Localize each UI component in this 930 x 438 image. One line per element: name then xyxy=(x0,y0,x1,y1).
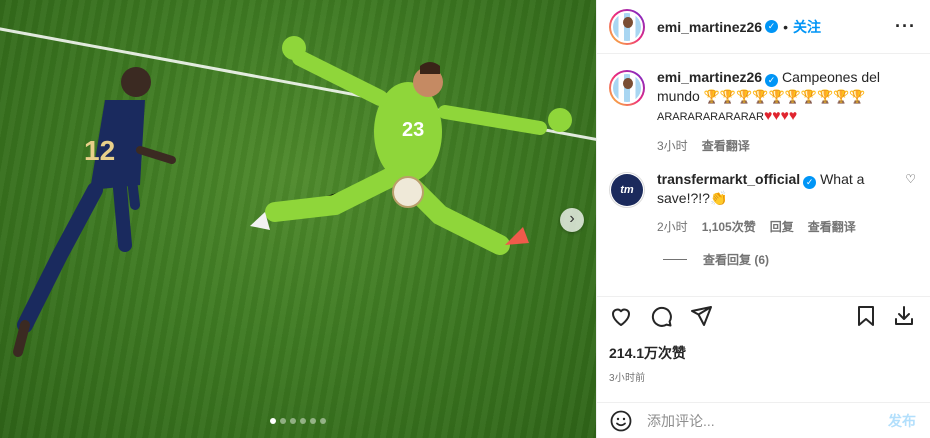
action-icons-row xyxy=(609,299,916,333)
caption-comment: emi_martinez26 ✓ Campeones del mundo 🏆🏆🏆🏆… xyxy=(609,68,916,154)
comment-like-heart-icon[interactable]: ♡ xyxy=(905,172,916,186)
comment-bubble-icon[interactable] xyxy=(649,304,673,328)
share-send-icon[interactable] xyxy=(689,304,713,328)
reply-button[interactable]: 回复 xyxy=(770,218,794,235)
header-separator: • xyxy=(783,18,788,35)
comment-time: 2小时 xyxy=(657,220,688,234)
commenter-avatar[interactable]: tm xyxy=(609,172,645,208)
comments-list[interactable]: emi_martinez26 ✓ Campeones del mundo 🏆🏆🏆🏆… xyxy=(597,54,930,296)
comment-input[interactable] xyxy=(647,412,888,429)
author-username[interactable]: emi_martinez26 xyxy=(657,19,762,35)
caption-chant: ARARARARARARAR xyxy=(657,111,764,123)
verified-badge-icon: ✓ xyxy=(803,176,817,189)
verified-badge-icon: ✓ xyxy=(765,74,779,87)
see-translation-link[interactable]: 查看翻译 xyxy=(808,218,856,235)
verified-badge-icon: ✓ xyxy=(765,20,779,33)
save-bookmark-icon[interactable] xyxy=(854,304,878,328)
striker-figure: 12 xyxy=(13,67,176,357)
carousel-dot[interactable] xyxy=(300,418,306,424)
more-options-icon[interactable]: ··· xyxy=(895,16,916,37)
carousel-dot[interactable] xyxy=(290,418,296,424)
transfermarkt-logo: tm xyxy=(611,174,643,206)
photo-illustration: 23 12 xyxy=(13,36,572,357)
red-hearts: ♥♥♥♥ xyxy=(763,107,798,123)
post-header: emi_martinez26 ✓ • 关注 ··· xyxy=(597,0,930,54)
caption-username[interactable]: emi_martinez26 xyxy=(657,69,762,85)
view-replies-label: 查看回复 (6) xyxy=(703,253,770,267)
clap-emoji: 👏 xyxy=(709,190,728,206)
view-replies-button[interactable]: 查看回复 (6) xyxy=(663,251,916,268)
comment-likes-count[interactable]: 1,105次赞 xyxy=(702,218,756,235)
download-icon[interactable] xyxy=(892,304,916,328)
caption-avatar[interactable] xyxy=(609,70,645,106)
like-heart-icon[interactable] xyxy=(609,304,633,328)
emoji-smiley-icon[interactable] xyxy=(609,409,633,433)
comment-time: 3小时 xyxy=(657,139,688,153)
follow-button[interactable]: 关注 xyxy=(793,17,821,37)
post-side-panel: emi_martinez26 ✓ • 关注 ··· emi_martinez26… xyxy=(596,0,930,438)
carousel-dot[interactable] xyxy=(320,418,326,424)
carousel-dot[interactable] xyxy=(310,418,316,424)
post-media[interactable]: 23 12 › xyxy=(0,0,596,438)
goalkeeper-figure: 23 xyxy=(250,36,572,255)
replies-divider xyxy=(663,259,687,260)
carousel-indicator xyxy=(0,418,596,424)
carousel-dot[interactable] xyxy=(280,418,286,424)
svg-text:12: 12 xyxy=(84,135,115,166)
comment-item: tm transfermarkt_official ✓ What a save!?… xyxy=(609,170,916,235)
carousel-dot[interactable] xyxy=(270,418,276,424)
post-comment-button[interactable]: 发布 xyxy=(888,411,916,431)
post-likes-count[interactable]: 214.1万次赞 xyxy=(609,343,916,363)
post-actions: 214.1万次赞 3小时前 xyxy=(597,296,930,384)
author-avatar[interactable] xyxy=(609,8,645,45)
carousel-next-button[interactable]: › xyxy=(560,208,584,232)
svg-text:23: 23 xyxy=(402,119,424,141)
post-timestamp[interactable]: 3小时前 xyxy=(609,369,916,384)
comment-composer: 发布 xyxy=(597,402,930,438)
trophy-emojis: 🏆🏆🏆🏆🏆🏆🏆🏆🏆🏆 xyxy=(703,89,866,104)
commenter-username[interactable]: transfermarkt_official xyxy=(657,171,800,187)
see-translation-link[interactable]: 查看翻译 xyxy=(702,137,750,154)
